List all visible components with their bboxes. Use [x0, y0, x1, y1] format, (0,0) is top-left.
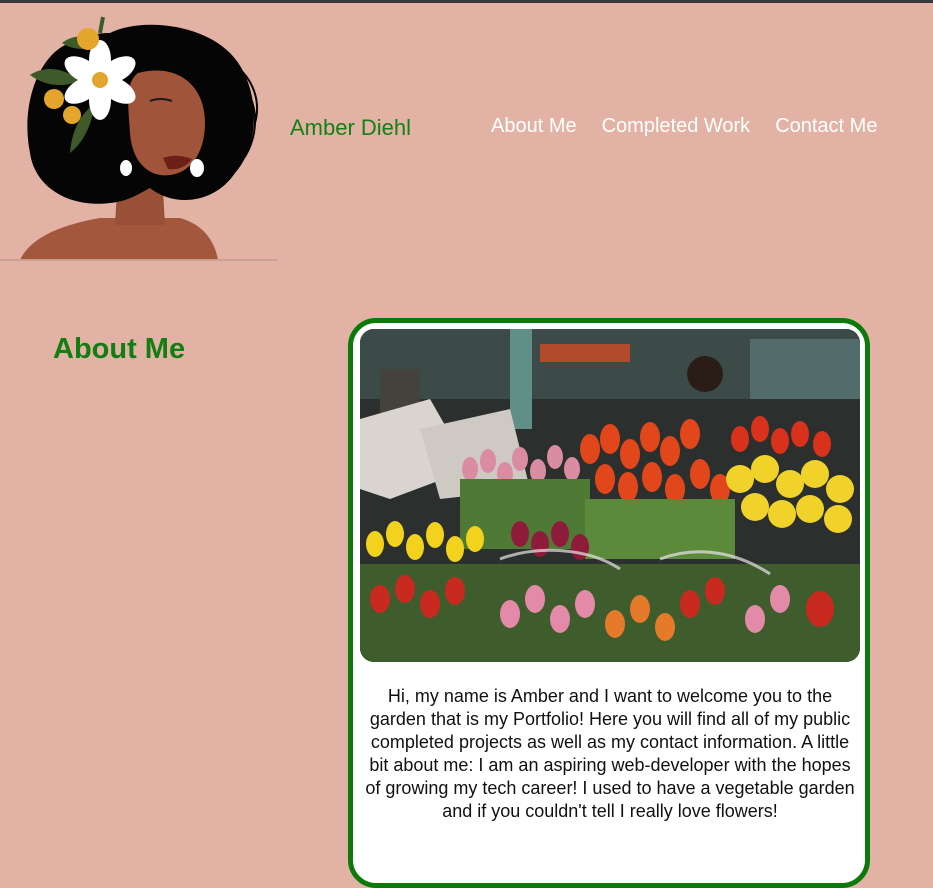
nav-about-me[interactable]: About Me — [491, 115, 577, 138]
header-divider — [0, 259, 278, 261]
about-heading: About Me — [53, 333, 186, 365]
main-nav: About Me Completed Work Contact Me — [491, 115, 877, 138]
site-header: Amber Diehl About Me Completed Work Cont… — [0, 3, 933, 261]
profile-illustration — [0, 3, 278, 260]
nav-contact-me[interactable]: Contact Me — [775, 115, 877, 138]
about-card: Hi, my name is Amber and I want to welco… — [348, 318, 870, 888]
about-bio: Hi, my name is Amber and I want to welco… — [365, 686, 855, 821]
nav-completed-work[interactable]: Completed Work — [602, 115, 751, 138]
flower-market-photo — [360, 329, 860, 662]
site-name[interactable]: Amber Diehl — [290, 115, 411, 141]
